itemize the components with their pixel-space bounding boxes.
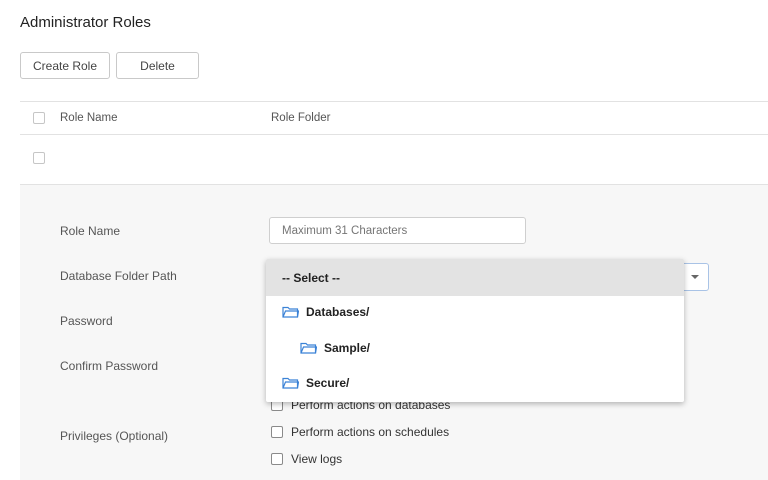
option-label: Sample/ (324, 341, 371, 355)
option-label: Secure/ (306, 376, 350, 390)
password-label: Password (60, 314, 113, 328)
table-top-border (20, 101, 768, 102)
folder-icon (282, 306, 299, 318)
delete-button[interactable]: Delete (116, 52, 199, 79)
create-role-button[interactable]: Create Role (20, 52, 110, 79)
dropdown-option-databases[interactable]: Databases/ (282, 305, 369, 319)
privilege-schedules[interactable]: Perform actions on schedules (271, 425, 449, 439)
table-header-border (20, 134, 768, 135)
privilege-label: Perform actions on schedules (291, 425, 450, 439)
role-name-label: Role Name (60, 224, 121, 238)
privileges-label: Privileges (Optional) (60, 429, 169, 443)
dropdown-selected-option[interactable]: -- Select -- (266, 259, 684, 296)
role-name-input[interactable] (269, 217, 526, 244)
privilege-label: View logs (291, 452, 343, 466)
row-checkbox[interactable] (33, 152, 45, 164)
privilege-checkbox[interactable] (271, 453, 283, 465)
select-all-checkbox[interactable] (33, 112, 45, 124)
dropdown-option-sample[interactable]: Sample/ (300, 341, 370, 355)
option-label: Databases/ (306, 305, 370, 319)
folder-path-label: Database Folder Path (60, 269, 177, 283)
confirm-password-label: Confirm Password (60, 359, 159, 373)
column-header-role-name[interactable]: Role Name (60, 112, 118, 124)
privilege-checkbox[interactable] (271, 426, 283, 438)
folder-icon (282, 377, 299, 389)
folder-dropdown-menu: -- Select -- Databases/ Sample/ Secure/ (266, 259, 684, 402)
dropdown-option-secure[interactable]: Secure/ (282, 376, 349, 390)
folder-icon (300, 342, 317, 354)
page-title: Administrator Roles (20, 14, 151, 31)
chevron-down-icon (691, 275, 699, 279)
column-header-role-folder[interactable]: Role Folder (271, 112, 330, 124)
privilege-logs[interactable]: View logs (271, 452, 342, 466)
